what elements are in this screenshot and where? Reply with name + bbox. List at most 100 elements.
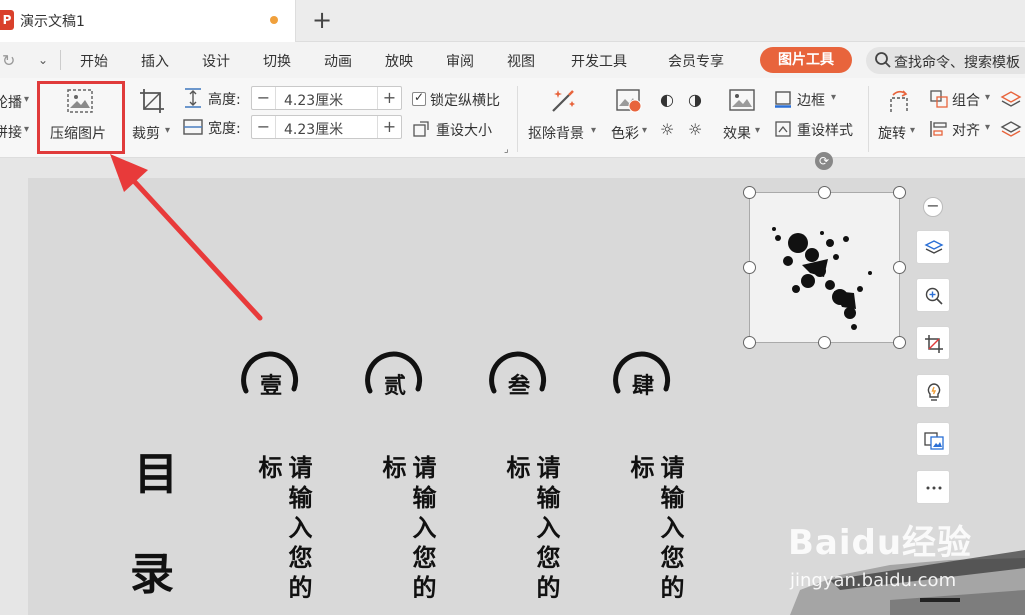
size-dialog-launcher-icon[interactable]: ⌟ <box>504 144 509 155</box>
chevron-down-icon: ▾ <box>985 92 991 103</box>
border-icon <box>775 91 791 108</box>
watermark-url: jingyan.baidu.com <box>790 570 957 591</box>
document-title: 演示文稿1 <box>20 14 85 30</box>
border-button[interactable]: 边框 <box>797 90 825 110</box>
reset-style-button[interactable]: 重设样式 <box>797 120 853 140</box>
divider <box>868 86 869 152</box>
new-tab-button[interactable]: + <box>312 6 332 34</box>
color-button[interactable]: 色彩 <box>611 123 639 143</box>
resize-handle[interactable] <box>893 186 906 199</box>
resize-handle[interactable] <box>893 336 906 349</box>
align-button[interactable]: 对齐 <box>952 120 980 140</box>
layers-button[interactable] <box>916 230 950 264</box>
remove-background-button[interactable]: 抠除背景 <box>528 123 584 143</box>
selected-ink-splash-image[interactable] <box>749 192 900 343</box>
section-placeholder-text[interactable]: 请输入您的标 <box>253 455 313 615</box>
send-backward-icon[interactable] <box>1000 119 1022 139</box>
layers-icon <box>924 240 944 254</box>
chevron-down-icon: ▾ <box>910 125 916 136</box>
crop-float-button[interactable] <box>916 326 950 360</box>
menu-review[interactable]: 审阅 <box>446 51 474 71</box>
smart-beautify-button[interactable] <box>916 374 950 408</box>
baidu-jingyan-watermark: Baidu经验 <box>788 523 973 563</box>
collapse-toolbar-button[interactable]: − <box>923 197 943 217</box>
chevron-down-icon: ▾ <box>755 125 761 136</box>
stitch-button[interactable]: 拼接 <box>0 122 22 142</box>
crop-button[interactable]: 裁剪 <box>132 123 160 143</box>
remove-background-icon <box>552 90 575 112</box>
section-placeholder-text[interactable]: 请输入您的标 <box>625 455 685 615</box>
width-label: 宽度: <box>208 121 241 137</box>
menu-developer[interactable]: 开发工具 <box>571 51 627 71</box>
bring-forward-icon[interactable] <box>1000 89 1022 109</box>
width-value[interactable]: 4.23厘米 <box>284 119 343 139</box>
menu-view[interactable]: 视图 <box>507 51 535 71</box>
reset-size-icon <box>413 121 429 137</box>
color-icon <box>616 89 642 113</box>
resize-handle[interactable] <box>818 336 831 349</box>
chevron-down-icon: ▾ <box>24 124 30 135</box>
menu-slideshow[interactable]: 放映 <box>385 51 413 71</box>
increase-contrast-icon[interactable]: ◐ <box>660 90 674 109</box>
redo-icon[interactable]: ↻ <box>2 51 15 70</box>
ink-splash-icon <box>772 227 872 330</box>
resize-handle[interactable] <box>743 261 756 274</box>
divider <box>517 86 518 152</box>
toc-title-char[interactable]: 录 <box>130 538 174 602</box>
menu-transition[interactable]: 切换 <box>263 51 291 71</box>
width-stepper[interactable]: − 4.23厘米 + <box>251 115 402 139</box>
rotate-handle-icon[interactable]: ⟳ <box>815 152 833 170</box>
picture-convert-button[interactable] <box>916 422 950 456</box>
document-tab[interactable]: P 演示文稿1 <box>0 0 296 42</box>
increase-width-button[interactable]: + <box>377 116 401 138</box>
section-number-3: 叁 <box>508 373 531 399</box>
more-options-button[interactable] <box>916 470 950 504</box>
chevron-down-icon: ▾ <box>165 125 171 136</box>
decrease-contrast-icon[interactable]: ◑ <box>688 90 702 109</box>
decrease-height-button[interactable]: − <box>252 87 276 109</box>
decrease-brightness-icon[interactable]: ☼ <box>688 120 702 139</box>
chevron-down-icon: ▾ <box>831 92 837 103</box>
height-icon <box>185 88 201 108</box>
chevron-down-icon: ▾ <box>24 94 30 105</box>
increase-height-button[interactable]: + <box>377 87 401 109</box>
wps-presentation-logo-icon: P <box>0 10 14 30</box>
menu-insert[interactable]: 插入 <box>141 51 169 71</box>
lock-aspect-ratio-checkbox[interactable] <box>412 90 426 106</box>
resize-handle[interactable] <box>743 186 756 199</box>
decrease-width-button[interactable]: − <box>252 116 276 138</box>
resize-handle[interactable] <box>893 261 906 274</box>
resize-handle[interactable] <box>818 186 831 199</box>
toc-title-char[interactable]: 目 <box>134 438 178 502</box>
menu-design[interactable]: 设计 <box>202 51 230 71</box>
effects-button[interactable]: 效果 <box>723 123 751 143</box>
divider <box>60 50 61 70</box>
unsaved-indicator-icon <box>270 16 278 24</box>
chevron-down-icon: ▾ <box>985 122 991 133</box>
search-icon <box>875 52 891 68</box>
rotate-icon <box>890 90 908 112</box>
zoom-in-button[interactable] <box>916 278 950 312</box>
section-number-4: 肆 <box>632 373 655 399</box>
menu-home[interactable]: 开始 <box>80 51 108 71</box>
reset-size-button[interactable]: 重设大小 <box>436 120 492 140</box>
quick-access-dropdown-icon[interactable]: ⌄ <box>38 53 48 67</box>
section-number-2: 贰 <box>384 373 407 399</box>
rotate-button[interactable]: 旋转 <box>878 123 906 143</box>
carousel-button[interactable]: 轮播 <box>0 92 22 112</box>
increase-brightness-icon[interactable]: ☼ <box>660 120 674 139</box>
section-placeholder-text[interactable]: 请输入您的标 <box>377 455 437 615</box>
command-search-input[interactable]: 查找命令、搜索模板 <box>866 47 1025 74</box>
width-icon <box>183 119 203 135</box>
zoom-in-icon <box>925 287 943 305</box>
height-value[interactable]: 4.23厘米 <box>284 90 343 110</box>
menu-animation[interactable]: 动画 <box>324 51 352 71</box>
chevron-down-icon: ▾ <box>642 125 648 136</box>
height-stepper[interactable]: − 4.23厘米 + <box>251 86 402 110</box>
compress-picture-highlight <box>37 81 125 154</box>
menu-member[interactable]: 会员专享 <box>668 51 724 71</box>
group-button[interactable]: 组合 <box>952 90 980 110</box>
resize-handle[interactable] <box>743 336 756 349</box>
section-placeholder-text[interactable]: 请输入您的标 <box>501 455 561 615</box>
tab-picture-tools[interactable]: 图片工具 <box>760 47 852 73</box>
